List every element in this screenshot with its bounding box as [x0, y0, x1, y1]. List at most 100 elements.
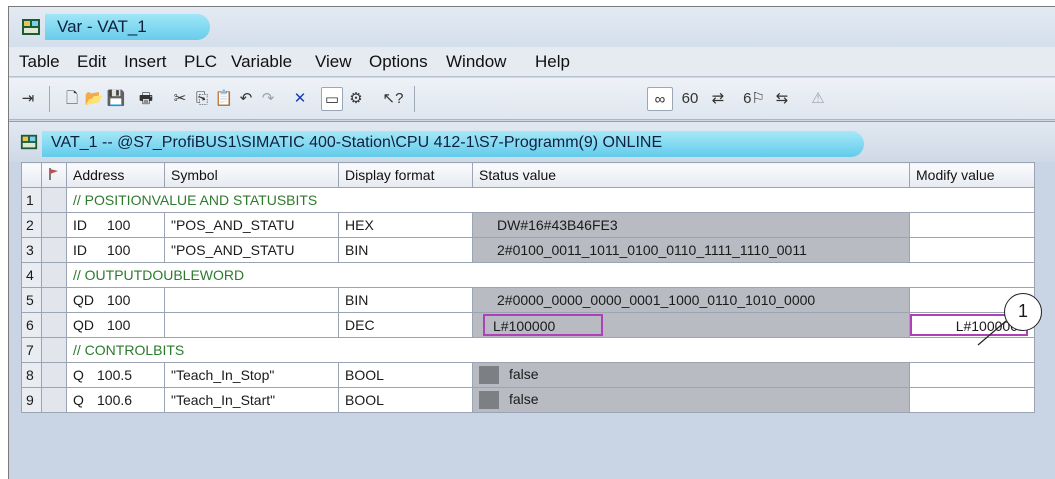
row-number[interactable]: 7 — [21, 337, 42, 363]
modify-value-cell[interactable] — [909, 362, 1035, 388]
table-row[interactable]: 2 ID 100 "POS_AND_STATU HEX DW#16#43B46FE… — [21, 212, 1035, 238]
row-number[interactable]: 3 — [21, 237, 42, 263]
window-title: Var - VAT_1 — [57, 17, 147, 36]
address-value: 100 — [107, 292, 131, 308]
symbol-cell[interactable]: "POS_AND_STATU — [164, 212, 339, 238]
modify-value-cell[interactable] — [909, 212, 1035, 238]
modify-with-trigger-icon[interactable]: ⇆ — [771, 87, 793, 111]
address-cell[interactable]: Q 100.6 — [66, 387, 165, 413]
address-cell[interactable]: ID 100 — [66, 237, 165, 263]
display-format-header[interactable]: Display format — [338, 162, 473, 188]
display-format-cell[interactable]: BOOL — [338, 362, 473, 388]
table-row[interactable]: 3 ID 100 "POS_AND_STATU BIN 2#0100_0011_1… — [21, 237, 1035, 263]
menu-edit[interactable]: Edit — [77, 52, 106, 72]
operand: ID — [73, 217, 87, 233]
window-titlebar[interactable]: Var - VAT_1 — [9, 7, 1055, 47]
row-number[interactable]: 8 — [21, 362, 42, 388]
settings-icon[interactable]: ⚙ — [345, 87, 367, 111]
menu-insert[interactable]: Insert — [124, 52, 167, 72]
address-header[interactable]: Address — [66, 162, 165, 188]
address-cell[interactable]: ID 100 — [66, 212, 165, 238]
symbol-cell[interactable]: "Teach_In_Start" — [164, 387, 339, 413]
delete-icon[interactable]: ✕ — [289, 87, 311, 111]
address-cell[interactable]: QD 100 — [66, 312, 165, 338]
row-number[interactable]: 1 — [21, 187, 42, 213]
table-header-row: Address Symbol Display format Status val… — [21, 162, 1035, 188]
symbol-cell[interactable]: "POS_AND_STATU — [164, 237, 339, 263]
undo-icon[interactable]: ↶ — [235, 87, 257, 111]
row-number[interactable]: 4 — [21, 262, 42, 288]
menu-help[interactable]: Help — [535, 52, 570, 72]
comment-cell[interactable]: // CONTROLBITS — [66, 337, 1035, 363]
menu-window[interactable]: Window — [446, 52, 506, 72]
help-pointer-icon[interactable]: ↖? — [379, 87, 407, 111]
new-file-icon[interactable]: 🗋 — [61, 87, 83, 111]
modify-value-header[interactable]: Modify value — [909, 162, 1035, 188]
table-row[interactable]: 9 Q 100.6 "Teach_In_Start" BOOL false — [21, 387, 1035, 413]
operand: QD — [73, 292, 94, 308]
menu-variable[interactable]: Variable — [231, 52, 292, 72]
print-icon[interactable]: 🖶 — [135, 87, 157, 111]
modify-value-cell[interactable] — [909, 387, 1035, 413]
var-table-icon — [20, 134, 38, 150]
menu-options[interactable]: Options — [369, 52, 428, 72]
flag-cell — [41, 387, 67, 413]
flag-cell — [41, 212, 67, 238]
row-number[interactable]: 6 — [21, 312, 42, 338]
update-monitor-values-icon[interactable]: 60 — [677, 87, 703, 111]
address-cell[interactable]: QD 100 — [66, 287, 165, 313]
operand: Q — [73, 392, 84, 408]
copy-icon[interactable]: ⎘ — [191, 87, 213, 111]
open-folder-icon[interactable]: 📂 — [83, 87, 105, 111]
trigger-icon[interactable]: 6⚐ — [741, 87, 767, 111]
table-row[interactable]: 7 // CONTROLBITS — [21, 337, 1035, 363]
save-icon[interactable]: 💾 — [105, 87, 127, 111]
monitor-variable-icon[interactable]: ∞ — [647, 87, 673, 111]
corner-cell — [21, 162, 42, 188]
bool-state-indicator — [479, 366, 499, 385]
display-format-cell[interactable]: BIN — [338, 237, 473, 263]
table-row[interactable]: 4 // OUTPUTDOUBLEWORD — [21, 262, 1035, 288]
vat-window: Var - VAT_1 Table Edit Insert PLC Variab… — [8, 6, 1055, 479]
table-row[interactable]: 5 QD 100 BIN 2#0000_0000_0000_0001_1000_0… — [21, 287, 1035, 313]
modify-variable-icon[interactable]: ⇄ — [707, 87, 729, 111]
symbol-cell[interactable] — [164, 312, 339, 338]
paste-icon[interactable]: 📋 — [213, 87, 235, 111]
table-row[interactable]: 1 // POSITIONVALUE AND STATUSBITS — [21, 187, 1035, 213]
symbol-cell[interactable] — [164, 287, 339, 313]
redo-icon[interactable]: ↷ — [257, 87, 279, 111]
row-number[interactable]: 5 — [21, 287, 42, 313]
operand: ID — [73, 242, 87, 258]
symbol-header[interactable]: Symbol — [164, 162, 339, 188]
child-window-titlebar[interactable]: VAT_1 -- @S7_ProfiBUS1\SIMATIC 400-Stati… — [9, 122, 1055, 162]
address-cell[interactable]: Q 100.5 — [66, 362, 165, 388]
status-value-cell: false — [472, 387, 910, 413]
flag-cell — [41, 187, 67, 213]
row-number[interactable]: 2 — [21, 212, 42, 238]
online-icon[interactable]: ▭ — [321, 87, 343, 111]
status-value-header[interactable]: Status value — [472, 162, 910, 188]
callout-number: 1 — [1004, 293, 1042, 331]
modify-value-cell[interactable] — [909, 237, 1035, 263]
flag-icon — [49, 167, 58, 180]
table-row[interactable]: 6 QD 100 DEC L#100000 L#100000 — [21, 312, 1035, 338]
display-format-cell[interactable]: BOOL — [338, 387, 473, 413]
display-format-cell[interactable]: HEX — [338, 212, 473, 238]
flag-cell — [41, 337, 67, 363]
display-format-cell[interactable]: DEC — [338, 312, 473, 338]
comment-cell[interactable]: // POSITIONVALUE AND STATUSBITS — [66, 187, 1035, 213]
row-number[interactable]: 9 — [21, 387, 42, 413]
table-row[interactable]: 8 Q 100.5 "Teach_In_Stop" BOOL false — [21, 362, 1035, 388]
symbol-cell[interactable]: "Teach_In_Stop" — [164, 362, 339, 388]
display-format-cell[interactable]: BIN — [338, 287, 473, 313]
menu-plc[interactable]: PLC — [184, 52, 217, 72]
menu-table[interactable]: Table — [19, 52, 60, 72]
flag-cell — [41, 312, 67, 338]
variable-table: Address Symbol Display format Status val… — [21, 162, 1035, 413]
pin-icon[interactable]: ⇥ — [17, 87, 39, 111]
comment-cell[interactable]: // OUTPUTDOUBLEWORD — [66, 262, 1035, 288]
menu-view[interactable]: View — [315, 52, 352, 72]
force-icon[interactable]: ⚠ — [807, 87, 829, 111]
highlighted-status-value: L#100000 — [483, 314, 603, 336]
cut-icon[interactable]: ✂ — [169, 87, 191, 111]
